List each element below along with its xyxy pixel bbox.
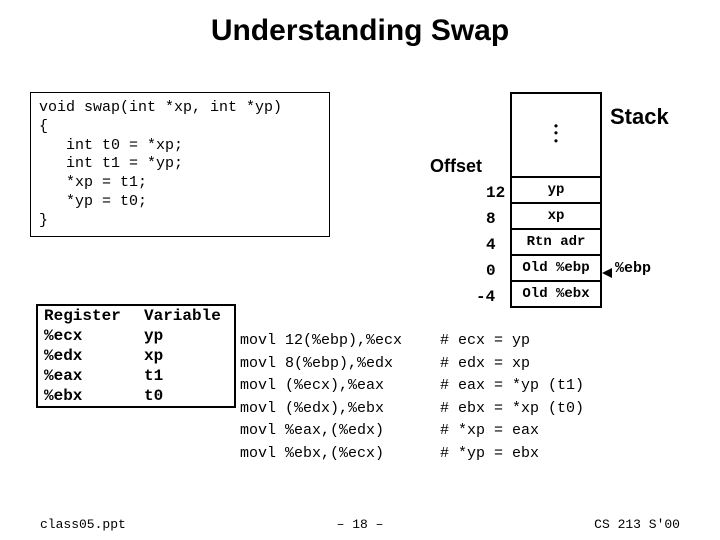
asm-comment: # eax = *yp (t1) [440,375,700,398]
arrow-left-icon [602,268,612,278]
stack-cell-value: Old %ebx [522,286,589,302]
reg-var: xp [138,346,234,366]
dot-icon: • [552,139,559,146]
asm-instr: movl 8(%ebp),%edx [240,353,440,376]
ebp-pointer-label: %ebp [615,260,651,277]
footer-page-number: – 18 – [337,517,384,532]
asm-instr: movl %ebx,(%ecx) [240,443,440,466]
reg-header-variable: Variable [138,306,234,326]
stack-cell-value: Old %ebp [522,260,589,276]
offset-value: 4 [486,236,496,254]
reg-name: %ecx [38,326,138,346]
register-table: Register Variable %ecxyp %edxxp %eaxt1 %… [36,304,236,408]
reg-var: yp [138,326,234,346]
stack-cell-value: xp [548,208,565,224]
stack-cell: Rtn adr [510,230,602,256]
stack-cell: Old %ebx [510,282,602,308]
offset-value: -4 [476,288,495,306]
asm-comment: # *yp = ebx [440,443,700,466]
asm-comment: # ebx = *xp (t0) [440,398,700,421]
assembly-listing: movl 12(%ebp),%ecx# ecx = yp movl 8(%ebp… [240,330,700,465]
stack-column: • • • yp xp Rtn adr Old %ebp Old %ebx [510,92,602,308]
asm-comment: # *xp = eax [440,420,700,443]
stack-cell: yp [510,178,602,204]
reg-name: %eax [38,366,138,386]
reg-var: t1 [138,366,234,386]
footer-left: class05.ppt [40,517,126,532]
stack-dots: • • • [510,92,602,178]
stack-cell-value: yp [548,182,565,198]
offset-label: Offset [430,156,482,177]
asm-instr: movl 12(%ebp),%ecx [240,330,440,353]
slide-title: Understanding Swap [0,0,720,56]
asm-instr: movl %eax,(%edx) [240,420,440,443]
stack-cell: xp [510,204,602,230]
stack-cell: Old %ebp [510,256,602,282]
asm-instr: movl (%edx),%ebx [240,398,440,421]
reg-header-register: Register [38,306,138,326]
offset-value: 8 [486,210,496,228]
stack-label: Stack [610,104,669,130]
stack-cell-value: Rtn adr [527,234,586,250]
c-code-block: void swap(int *xp, int *yp) { int t0 = *… [30,92,330,237]
offset-value: 12 [486,184,505,202]
footer-right: CS 213 S'00 [594,517,680,532]
offset-value: 0 [486,262,496,280]
slide-footer: class05.ppt – 18 – CS 213 S'00 [0,517,720,532]
asm-comment: # ecx = yp [440,330,700,353]
reg-name: %edx [38,346,138,366]
asm-instr: movl (%ecx),%eax [240,375,440,398]
reg-var: t0 [138,386,234,406]
asm-comment: # edx = xp [440,353,700,376]
reg-name: %ebx [38,386,138,406]
